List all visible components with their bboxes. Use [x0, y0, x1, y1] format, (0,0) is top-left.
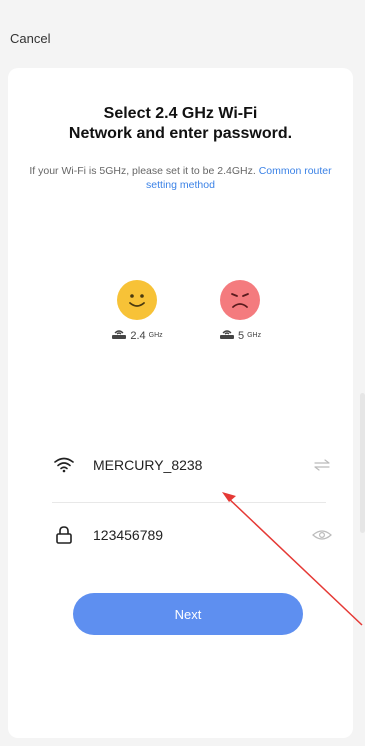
band-label-5: 5 GHz [205, 328, 275, 343]
band-value: 2.4 [130, 329, 146, 342]
subtitle-text: If your Wi-Fi is 5GHz, please set it to … [29, 165, 256, 177]
ssid-value[interactable]: MERCURY_8238 [93, 457, 311, 473]
page-title: Select 2.4 GHz Wi-Fi Network and enter p… [8, 104, 353, 144]
band-value: 5 [237, 329, 245, 342]
band-unit: GHz [247, 332, 262, 339]
next-button[interactable]: Next [73, 593, 303, 635]
wifi-password-field[interactable]: 123456789 [52, 515, 333, 555]
router-icon [219, 328, 235, 343]
wifi-ssid-field[interactable]: MERCURY_8238 [52, 445, 333, 485]
wifi-icon [52, 453, 76, 477]
band-compare: 2.4 GHz 5 GHz [8, 280, 353, 360]
smile-face-icon [117, 280, 157, 320]
eye-icon[interactable] [311, 526, 333, 544]
sad-face-icon [220, 280, 260, 320]
password-value[interactable]: 123456789 [93, 527, 311, 543]
band-2-4ghz: 2.4 GHz [102, 280, 172, 343]
subtitle: If your Wi-Fi is 5GHz, please set it to … [28, 164, 333, 192]
router-icon [111, 328, 127, 343]
cancel-button[interactable]: Cancel [10, 31, 50, 46]
wifi-setup-card: Select 2.4 GHz Wi-Fi Network and enter p… [8, 68, 353, 738]
scroll-indicator [360, 393, 365, 533]
band-5ghz: 5 GHz [205, 280, 275, 343]
switch-network-icon[interactable] [311, 456, 333, 474]
band-label-2-4: 2.4 GHz [102, 328, 172, 343]
lock-icon [52, 523, 76, 547]
title-line-2: Network and enter password. [68, 125, 293, 142]
title-line-1: Select 2.4 GHz Wi-Fi [103, 105, 258, 122]
band-unit: GHz [148, 332, 163, 339]
field-divider [52, 502, 326, 503]
